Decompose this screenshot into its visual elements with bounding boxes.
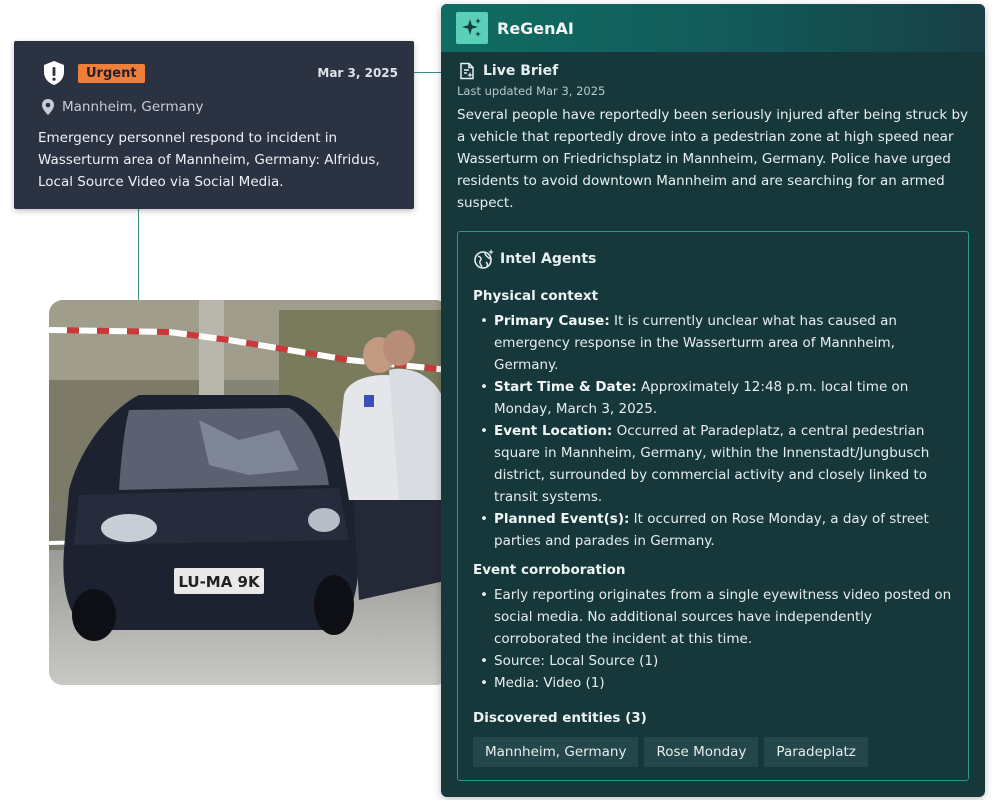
entity-chip-rose-monday[interactable]: Rose Monday <box>644 737 759 767</box>
intel-agents-header: Intel Agents <box>473 248 596 270</box>
alert-location-label: Mannheim, Germany <box>62 99 204 115</box>
entity-chip-mannheim[interactable]: Mannheim, Germany <box>473 737 639 767</box>
alert-card[interactable]: Urgent Mar 3, 2025 Mannheim, Germany Eme… <box>14 41 414 209</box>
list-item: Media: Video (1) <box>473 672 957 694</box>
intel-agents-title: Intel Agents <box>500 251 597 267</box>
live-brief-header: Live Brief <box>458 62 558 80</box>
panel-header: ReGenAI <box>441 4 985 52</box>
live-brief-title: Live Brief <box>483 63 559 79</box>
document-sparkle-icon <box>460 62 474 80</box>
entity-chip-paradeplatz[interactable]: Paradeplatz <box>764 737 868 767</box>
physical-context-list: Primary Cause: It is currently unclear w… <box>473 310 957 552</box>
list-item: Early reporting originates from a single… <box>473 584 957 650</box>
location-pin-icon <box>42 99 54 115</box>
event-corroboration-title: Event corroboration <box>473 562 626 578</box>
license-plate: LU-MA 9K <box>178 573 261 591</box>
alert-date: Mar 3, 2025 <box>317 66 398 80</box>
globe-sparkle-icon <box>474 249 494 269</box>
alert-header: Urgent Mar 3, 2025 <box>42 60 398 86</box>
connector-line-horizontal <box>414 72 442 73</box>
sparkle-icon <box>462 18 481 37</box>
list-item: Start Time & Date: Approximately 12:48 p… <box>473 376 957 420</box>
list-item: Primary Cause: It is currently unclear w… <box>473 310 957 376</box>
regenai-logo <box>456 12 488 44</box>
list-item: Event Location: Occurred at Paradeplatz,… <box>473 420 957 508</box>
event-corroboration-list: Early reporting originates from a single… <box>473 584 957 694</box>
discovered-entities-title: Discovered entities (3) <box>473 710 647 726</box>
regenai-panel: ReGenAI Live Brief Last updated Mar 3, 2… <box>441 4 985 797</box>
list-item: Source: Local Source (1) <box>473 650 957 672</box>
intel-agents-box: Intel Agents Physical context Primary Ca… <box>457 231 969 781</box>
physical-context-title: Physical context <box>473 288 599 304</box>
list-item: Planned Event(s): It occurred on Rose Mo… <box>473 508 957 552</box>
last-updated: Last updated Mar 3, 2025 <box>457 84 606 98</box>
incident-photo: LU-MA 9K <box>49 300 449 685</box>
shield-alert-icon <box>44 61 64 85</box>
alert-description: Emergency personnel respond to incident … <box>38 130 380 190</box>
app-name: ReGenAI <box>497 18 574 38</box>
brief-summary: Several people have reportedly been seri… <box>457 107 969 211</box>
urgency-badge: Urgent <box>78 63 145 83</box>
alert-location: Mannheim, Germany <box>40 98 203 116</box>
connector-line-vertical <box>138 209 139 301</box>
entity-chips: Mannheim, Germany Rose Monday Paradeplat… <box>473 737 868 767</box>
